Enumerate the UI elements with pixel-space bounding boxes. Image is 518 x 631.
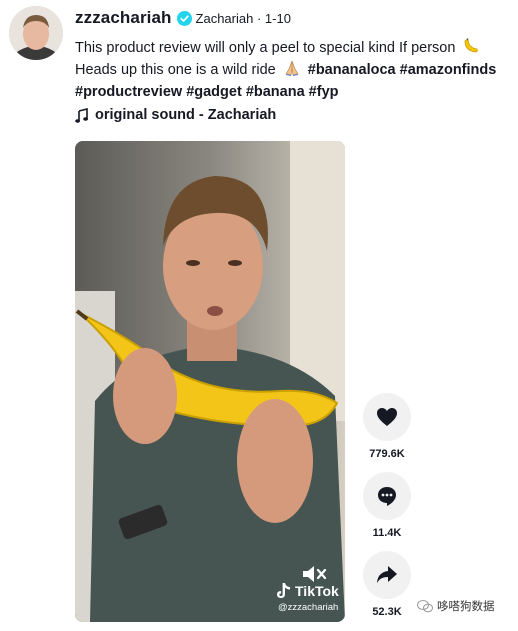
avatar[interactable] — [9, 6, 63, 60]
comment-action: 11.4K — [363, 472, 411, 539]
watermark-icon — [417, 600, 433, 613]
watermark-text: 哆嗒狗数据 — [437, 601, 495, 613]
caption-line-2: Heads up this one is a wild ride #banana… — [75, 59, 518, 81]
post-header: zzzachariah Zachariah · 1-10 This produc… — [75, 8, 518, 123]
music-note-icon — [75, 107, 88, 123]
nickname: Zachariah — [195, 10, 254, 26]
like-count: 779.6K — [369, 448, 405, 460]
banana-emoji-icon — [465, 38, 479, 53]
tiktok-handle: @zzzachariah — [278, 602, 339, 613]
tiktok-brand: TikTok — [295, 583, 339, 599]
like-button[interactable] — [363, 393, 411, 441]
sound-link[interactable]: original sound - Zachariah — [75, 107, 518, 123]
caption-hashtags-2[interactable]: #bananaloca #amazonfinds — [308, 62, 497, 78]
sound-name: original sound - Zachariah — [95, 107, 277, 123]
mute-icon[interactable] — [301, 564, 327, 584]
caption-text-2: Heads up this one is a wild ride — [75, 62, 276, 78]
heart-icon — [377, 408, 397, 426]
tiktok-logo-icon — [277, 583, 290, 598]
video-frame — [75, 141, 345, 622]
tiktok-watermark: TikTok — [276, 582, 339, 600]
caption-hashtags-3[interactable]: #productreview #gadget #banana #fyp — [75, 81, 518, 103]
share-button[interactable] — [363, 551, 411, 599]
nickname-date: Zachariah · 1-10 — [196, 11, 291, 26]
watermark: 哆嗒狗数据 — [417, 598, 495, 614]
comment-icon — [378, 487, 396, 506]
video-player[interactable]: TikTok @zzzachariah — [75, 141, 345, 622]
caption: This product review will only a peel to … — [75, 37, 518, 103]
caption-text-1: This product review will only a peel to … — [75, 40, 456, 56]
verified-icon — [176, 10, 192, 26]
share-icon — [377, 566, 397, 583]
separator-dot: · — [256, 10, 265, 26]
username-link[interactable]: zzzachariah — [75, 8, 172, 28]
comment-count: 11.4K — [372, 527, 402, 539]
like-action: 779.6K — [363, 393, 411, 460]
author-row: zzzachariah Zachariah · 1-10 — [75, 8, 518, 28]
share-count: 52.3K — [372, 606, 402, 618]
share-action: 52.3K — [363, 551, 411, 618]
comment-button[interactable] — [363, 472, 411, 520]
praying-hands-emoji-icon — [285, 60, 299, 76]
caption-line-1: This product review will only a peel to … — [75, 37, 518, 59]
post-date: 1-10 — [264, 10, 291, 26]
